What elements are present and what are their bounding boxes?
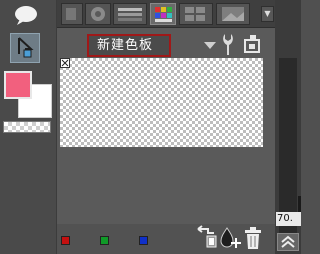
tab-intermediate[interactable] xyxy=(179,3,213,25)
color-grid[interactable] xyxy=(60,58,263,147)
add-color-icon[interactable] xyxy=(219,225,241,251)
tab-left-icon xyxy=(66,8,76,20)
transparent-color-swatch[interactable] xyxy=(3,121,51,133)
zoom-level-readout: 70. xyxy=(276,212,301,226)
tab-approx[interactable] xyxy=(216,3,250,25)
speech-bubble-icon[interactable] xyxy=(12,4,40,28)
color-swap-icon[interactable] xyxy=(195,225,219,251)
red-color-chip[interactable] xyxy=(61,236,70,245)
gradient-bars-icon xyxy=(118,8,142,21)
tab-color-set[interactable] xyxy=(150,3,176,25)
color-set-panel: ▼ 新建色板 xyxy=(56,0,276,254)
left-tool-strip xyxy=(0,0,56,254)
color-set-toolbar: 新建色板 xyxy=(57,30,276,58)
foreground-color-swatch[interactable] xyxy=(4,71,32,99)
trash-icon[interactable] xyxy=(242,225,264,251)
green-color-chip[interactable] xyxy=(100,236,109,245)
scroll-up-icon[interactable] xyxy=(277,233,299,251)
wrench-icon[interactable] xyxy=(217,31,239,57)
color-set-name-field[interactable]: 新建色板 xyxy=(87,34,171,57)
right-scroll-strip: 70. xyxy=(275,0,301,254)
panel-tab-bar: ▼ xyxy=(57,0,276,28)
tab-gradient[interactable] xyxy=(113,3,147,25)
selected-color-cell[interactable] xyxy=(60,58,70,68)
panel-bottom-bar xyxy=(57,224,276,254)
grid-icon xyxy=(185,7,205,21)
color-set-settings-icon[interactable] xyxy=(241,32,265,58)
hand-icon xyxy=(91,7,105,21)
tab-previous[interactable] xyxy=(61,3,83,25)
tab-color-wheel[interactable] xyxy=(85,3,111,25)
selection-arrow-icon xyxy=(18,37,34,58)
selection-tool-button[interactable] xyxy=(10,33,40,63)
image-icon xyxy=(222,7,244,21)
blue-color-chip[interactable] xyxy=(139,236,148,245)
panel-menu-button[interactable]: ▼ xyxy=(261,6,274,22)
color-set-icon xyxy=(155,7,172,22)
color-set-dropdown-arrow-icon[interactable] xyxy=(204,42,216,49)
